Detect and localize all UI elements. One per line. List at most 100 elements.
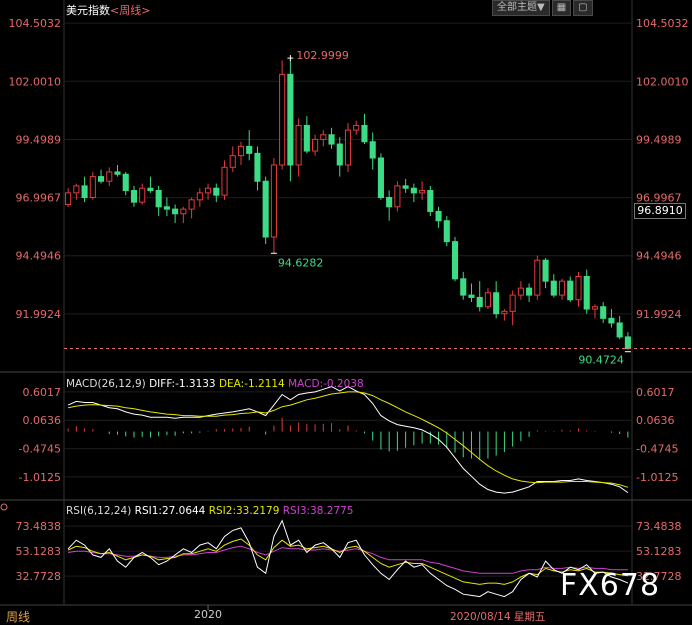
price-axis-label-right: 104.5032 <box>636 17 689 30</box>
price-axis-label-right: 99.4989 <box>636 133 682 146</box>
period-selector[interactable]: 周线 <box>6 608 30 625</box>
macd-hist-value: MACD:-0.2038 <box>288 378 364 390</box>
candle-body <box>114 171 121 175</box>
candle-body <box>451 241 459 280</box>
candle-body <box>369 141 376 159</box>
rsi3-value: RSI3:38.2775 <box>282 505 354 517</box>
candle-body <box>600 306 607 319</box>
price-axis-label-left: 99.4989 <box>16 133 62 146</box>
candle-body <box>188 199 195 210</box>
macd-axis-label-left: 0.6017 <box>23 386 62 399</box>
candle-body <box>147 187 154 192</box>
cursor-date-label: 2020/08/14 星期五 <box>450 611 546 623</box>
chart-title: 美元指数<周线> <box>66 2 150 18</box>
candle-body <box>493 292 500 315</box>
candle-body <box>608 317 615 324</box>
candle-body <box>550 280 557 296</box>
candle-body <box>427 190 434 212</box>
candle-body <box>402 185 409 189</box>
candle-body <box>106 171 113 182</box>
candle-body <box>295 124 302 166</box>
candle-body <box>246 145 253 154</box>
candle-body <box>312 138 319 152</box>
candle-body <box>336 143 343 166</box>
candle-body <box>89 176 96 199</box>
candle-body <box>270 164 277 238</box>
candle-body <box>443 220 450 243</box>
candle-body <box>205 187 212 194</box>
candle-body <box>583 276 590 310</box>
candle-body <box>213 187 220 196</box>
candle-body <box>526 287 533 296</box>
period-tag[interactable]: <周线> <box>110 4 150 17</box>
price-axis-label-left: 104.5032 <box>9 17 62 30</box>
candle-body <box>196 192 203 201</box>
macd-dea-line <box>68 391 629 488</box>
settings-dot-icon[interactable] <box>0 503 8 511</box>
rsi2-line <box>67 538 628 585</box>
candle-body <box>303 124 310 152</box>
candle-body <box>386 197 393 208</box>
symbol-name: 美元指数 <box>66 4 110 17</box>
candle-body <box>320 134 327 140</box>
rsi-legend: RSI(6,12,24) RSI1:27.0644 RSI2:33.2179 R… <box>66 505 353 517</box>
price-axis-label-right: 102.0010 <box>636 75 689 88</box>
candle-body <box>344 129 352 166</box>
rsi-axis-label-left: 32.7728 <box>16 570 62 583</box>
candle-body <box>81 185 88 199</box>
candle-body <box>65 192 72 205</box>
candle-body <box>542 259 549 282</box>
candle-body <box>517 287 524 296</box>
candle-body <box>279 73 286 166</box>
candle-body <box>122 173 129 192</box>
candle-body <box>172 208 179 215</box>
candle-body <box>575 276 582 301</box>
price-axis-label-left: 91.9924 <box>16 308 62 321</box>
candle-body <box>328 134 335 145</box>
macd-axis-label-left: -0.4745 <box>19 443 61 456</box>
macd-params-label[interactable]: MACD(26,12,9) <box>66 378 146 390</box>
candle-body <box>221 166 228 196</box>
candle-body <box>501 310 508 315</box>
candle-body <box>97 176 105 182</box>
rsi1-value: RSI1:27.0644 <box>134 505 206 517</box>
candle-body <box>624 336 631 350</box>
candle-body <box>139 187 146 203</box>
candle-body <box>353 124 360 131</box>
candle-body <box>262 180 269 238</box>
candle-body <box>591 306 599 310</box>
price-axis-label-right: 94.4946 <box>636 250 682 263</box>
low-marker-label: 90.4724 <box>578 354 624 367</box>
window-toggle-icon[interactable]: ▢ <box>573 0 593 16</box>
candle-body <box>254 152 261 182</box>
rsi-axis-label-left: 73.4838 <box>16 520 62 533</box>
rsi-axis-label-right: 73.4838 <box>636 520 682 533</box>
candle-body <box>237 145 245 157</box>
macd-axis-label-left: 0.0636 <box>23 414 62 427</box>
candle-body <box>155 190 162 208</box>
candle-body <box>476 296 483 308</box>
price-axis-label-left: 94.4946 <box>16 250 62 263</box>
macd-dif-value: DIFF:-1.3133 <box>149 378 216 390</box>
grid-toggle-icon[interactable]: ▦ <box>551 0 572 16</box>
top-toolbar: 全部主题▼ ▦ ▢ <box>492 0 593 16</box>
x-axis-year-label: 2020 <box>194 608 222 621</box>
macd-axis-label-right: -1.0125 <box>636 471 678 484</box>
rsi2-value: RSI2:33.2179 <box>208 505 280 517</box>
macd-axis-label-right: 0.6017 <box>636 386 675 399</box>
candle-body <box>73 185 80 194</box>
candle-body <box>229 155 236 168</box>
macd-axis-label-right: 0.0636 <box>636 414 675 427</box>
candle-body <box>419 190 426 194</box>
high-marker-label: 102.9999 <box>296 49 349 62</box>
candle-body <box>558 280 566 296</box>
macd-axis-label-right: -0.4745 <box>636 443 678 456</box>
candle-body <box>567 280 574 301</box>
chart-canvas: 104.5032 104.5032 102.0010 102.0010 99.4989 9… <box>0 0 692 621</box>
price-axis-label-left: 96.9967 <box>16 192 62 205</box>
rsi-params-label[interactable]: RSI(6,12,24) <box>66 505 131 517</box>
macd-legend: MACD(26,12,9) DIFF:-1.3133 DEA:-1.2114 M… <box>66 378 364 390</box>
candle-body <box>534 259 541 296</box>
theme-dropdown-button[interactable]: 全部主题▼ <box>492 0 550 16</box>
rsi-axis-label-right: 53.1283 <box>636 545 682 558</box>
